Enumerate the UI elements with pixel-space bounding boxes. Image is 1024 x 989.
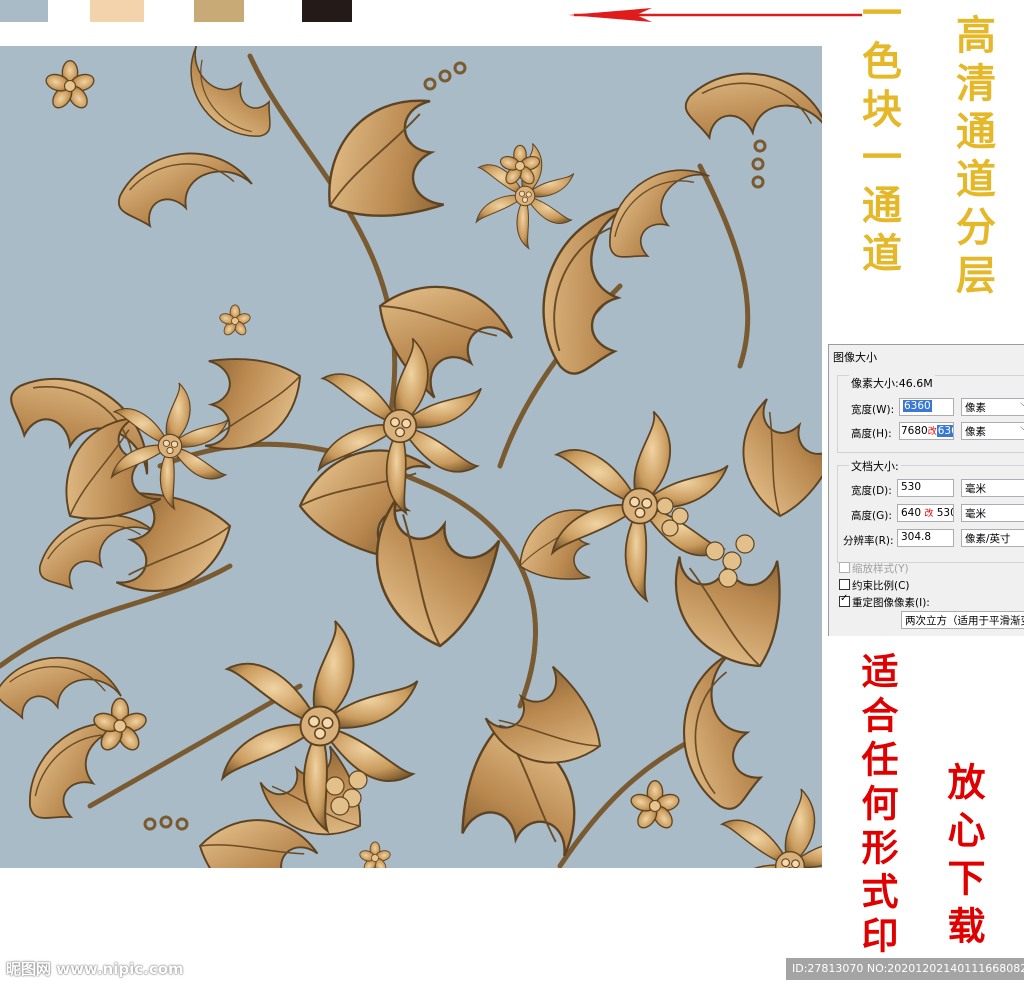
- constrain-proportions-checkbox[interactable]: 约束比例(C): [839, 578, 910, 593]
- doc-height-input[interactable]: 640 改 530: [897, 504, 954, 522]
- chevron-down-icon: ⌵: [1020, 423, 1024, 433]
- doc-width-value: 530: [901, 481, 922, 493]
- promo-text-hd-channel-layers: 高清通道分层: [949, 14, 996, 302]
- swatch-tan: [194, 0, 244, 22]
- document-size-label: 文档大小:: [849, 458, 901, 474]
- site-watermark: 昵图网 www.nipic.com: [6, 960, 184, 978]
- doc-height-label: 高度(G):: [851, 510, 892, 522]
- height-value: 6360: [936, 425, 953, 437]
- width-unit-value: 像素: [965, 402, 986, 414]
- resample-method-select[interactable]: 两次立方（适用于平滑渐变: [901, 611, 1024, 629]
- scale-styles-box: [839, 562, 850, 573]
- height-value-original: 7680: [901, 425, 928, 437]
- width-input[interactable]: 6360: [899, 398, 954, 416]
- scale-styles-checkbox[interactable]: 缩放样式(Y): [839, 561, 909, 576]
- swatch-blue-gray: [0, 0, 48, 22]
- doc-width-unit-select[interactable]: 毫米: [961, 479, 1024, 497]
- resample-method-value: 两次立方（适用于平滑渐变: [905, 615, 1024, 627]
- doc-height-value-original: 640: [901, 507, 922, 519]
- constrain-box: [839, 579, 850, 590]
- doc-width-label: 宽度(D):: [851, 485, 892, 497]
- resample-label: 重定图像像素(I):: [852, 597, 930, 609]
- doc-height-unit-value: 毫米: [965, 508, 986, 520]
- image-size-dialog: 图像大小 像素大小:46.6M 宽度(W): 6360 像素 ⌵ 高度(H): …: [828, 344, 1024, 636]
- resolution-unit-value: 像素/英寸: [965, 533, 1011, 545]
- doc-height-edit-mark: 改: [924, 509, 934, 519]
- width-value: 6360: [903, 400, 932, 412]
- height-unit-select[interactable]: 像素 ⌵: [961, 422, 1024, 440]
- resample-box: [839, 593, 850, 607]
- resolution-input[interactable]: 304.8: [897, 529, 954, 547]
- floral-pattern-artwork: [0, 46, 822, 868]
- width-label: 宽度(W):: [851, 404, 895, 416]
- chevron-down-icon: ⌵: [1020, 399, 1024, 409]
- height-input[interactable]: 7680改6360: [899, 422, 954, 440]
- resolution-label: 分辨率(R):: [843, 535, 894, 547]
- swatch-peach: [90, 0, 144, 22]
- constrain-label: 约束比例(C): [852, 580, 910, 592]
- doc-height-unit-select[interactable]: 毫米: [961, 504, 1024, 522]
- red-arrow-icon: [568, 8, 862, 22]
- promo-text-suitable-any-print: 适合任何形式印: [855, 652, 899, 960]
- height-unit-value: 像素: [965, 426, 986, 438]
- image-id-bar: ID:27813070 NO:20201202140111668082: [786, 958, 1024, 980]
- promo-text-download-safely: 放心下载: [941, 762, 986, 954]
- doc-width-unit-value: 毫米: [965, 483, 986, 495]
- height-edit-mark: 改: [927, 427, 937, 437]
- dialog-title: 图像大小: [833, 351, 877, 364]
- resample-checkbox[interactable]: 重定图像像素(I):: [839, 593, 930, 610]
- swatch-dark-brown: [302, 0, 352, 22]
- floral-pattern-preview: [0, 46, 822, 868]
- resolution-value: 304.8: [901, 531, 932, 543]
- pixel-dimensions-label: 像素大小:46.6M: [849, 375, 935, 391]
- height-label: 高度(H):: [851, 428, 892, 440]
- resolution-unit-select[interactable]: 像素/英寸: [961, 529, 1024, 547]
- scale-styles-label: 缩放样式(Y): [852, 563, 909, 575]
- width-unit-select[interactable]: 像素 ⌵: [961, 398, 1024, 416]
- promo-text-one-color-one-channel: 一色块一通道: [855, 0, 902, 280]
- doc-width-input[interactable]: 530: [897, 479, 954, 497]
- doc-height-value: 530: [936, 507, 953, 519]
